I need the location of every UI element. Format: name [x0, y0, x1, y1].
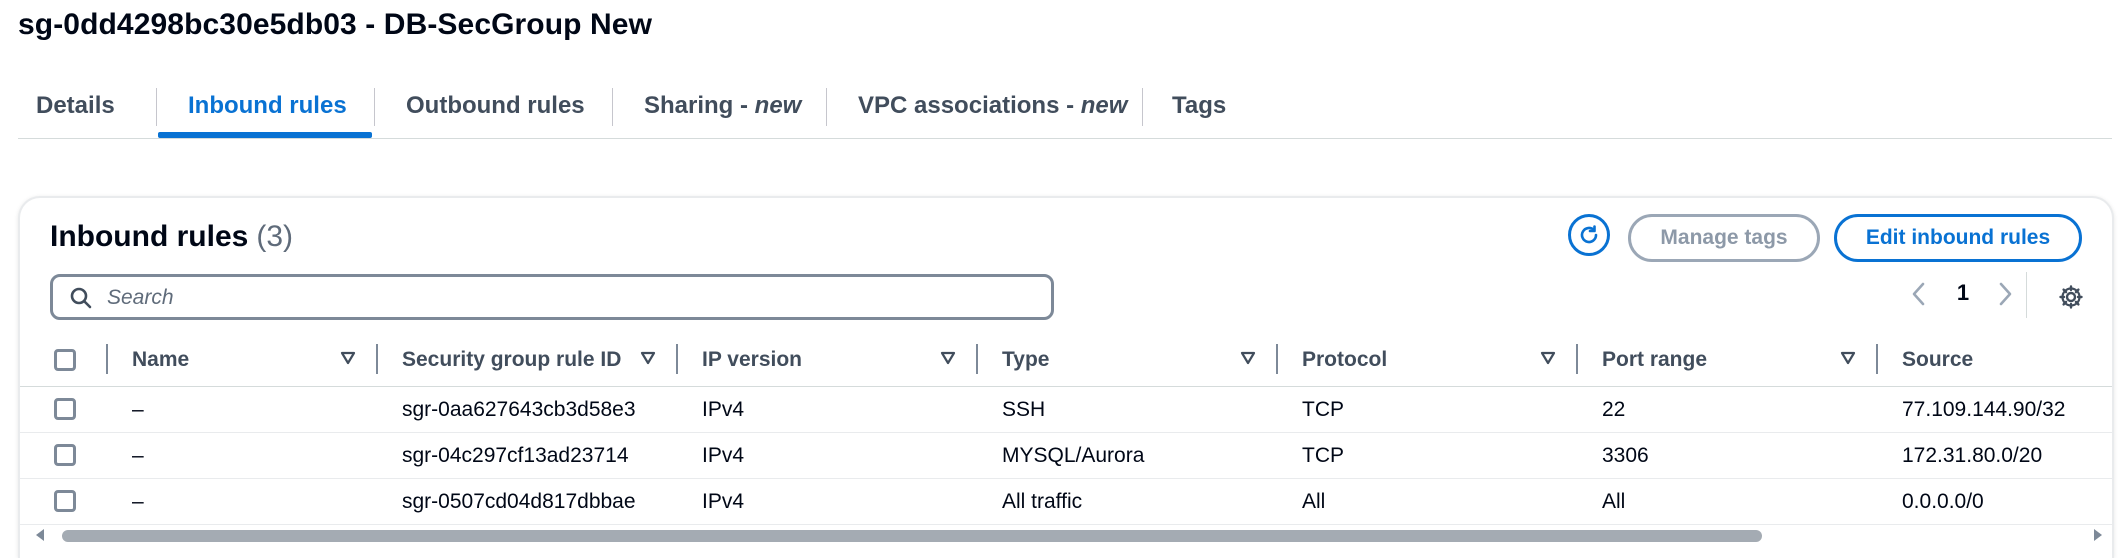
table-header: Name Security group rule ID IP version T…: [20, 334, 2112, 387]
sort-icon[interactable]: [1540, 350, 1556, 366]
column-divider: [106, 344, 108, 374]
manage-tags-button[interactable]: Manage tags: [1628, 214, 1820, 262]
select-all-checkbox[interactable]: [54, 349, 76, 371]
tab-separator: [826, 88, 827, 126]
cell-port-range: All: [1602, 489, 1626, 513]
column-header-rule-id[interactable]: Security group rule ID: [402, 334, 621, 386]
refresh-button[interactable]: [1568, 214, 1610, 256]
scroll-right-arrow-icon[interactable]: [2092, 528, 2104, 542]
cell-name: –: [132, 397, 144, 421]
column-header-protocol[interactable]: Protocol: [1302, 334, 1387, 386]
sort-icon[interactable]: [1840, 350, 1856, 366]
column-divider: [676, 344, 678, 374]
cell-ip-version: IPv4: [702, 443, 745, 467]
cell-name: –: [132, 489, 144, 513]
cell-rule-id: sgr-0aa627643cb3d58e3: [402, 397, 636, 421]
cell-rule-id: sgr-0507cd04d817dbbae: [402, 489, 636, 513]
row-checkbox[interactable]: [54, 444, 76, 466]
cell-ip-version: IPv4: [702, 397, 745, 421]
tab-inbound-rules[interactable]: Inbound rules: [188, 80, 347, 134]
chevron-left-icon[interactable]: [1910, 280, 1928, 308]
cell-source: 172.31.80.0/20: [1902, 443, 2043, 467]
cell-protocol: TCP: [1302, 443, 1344, 467]
tab-tags[interactable]: Tags: [1172, 80, 1226, 134]
tab-separator: [156, 88, 157, 126]
column-divider: [1276, 344, 1278, 374]
column-divider: [1576, 344, 1578, 374]
column-header-port-range[interactable]: Port range: [1602, 334, 1707, 386]
tab-details[interactable]: Details: [36, 80, 115, 134]
cell-source: 0.0.0.0/0: [1902, 489, 1984, 513]
row-checkbox[interactable]: [54, 398, 76, 420]
tab-sharing[interactable]: Sharing - new: [644, 80, 801, 134]
active-tab-indicator: [158, 132, 372, 138]
column-divider: [376, 344, 378, 374]
column-header-ip-version[interactable]: IP version: [702, 334, 802, 386]
cell-protocol: TCP: [1302, 397, 1344, 421]
horizontal-scrollbar[interactable]: [34, 526, 2104, 544]
cell-type: SSH: [1002, 397, 1046, 421]
pager-divider: [2026, 272, 2027, 318]
cell-name: –: [132, 443, 144, 467]
column-divider: [1876, 344, 1878, 374]
sort-icon[interactable]: [340, 350, 356, 366]
column-divider: [976, 344, 978, 374]
cell-source: 77.109.144.90/32: [1902, 397, 2066, 421]
gear-icon[interactable]: [2058, 284, 2084, 310]
search-field[interactable]: [50, 274, 1054, 320]
scrollbar-thumb[interactable]: [62, 530, 1762, 542]
cell-port-range: 3306: [1602, 443, 1649, 467]
refresh-icon: [1580, 225, 1598, 244]
tab-outbound-rules[interactable]: Outbound rules: [406, 80, 585, 134]
panel-title: Inbound rules (3): [50, 220, 293, 253]
cell-type: All traffic: [1002, 489, 1083, 513]
tab-vpc-associations[interactable]: VPC associations - new: [858, 80, 1127, 134]
page-number[interactable]: 1: [1948, 280, 1978, 306]
table-row[interactable]: – sgr-04c297cf13ad23714 IPv4 MYSQL/Auror…: [20, 433, 2112, 479]
table-row[interactable]: – sgr-0507cd04d817dbbae IPv4 All traffic…: [20, 479, 2112, 525]
search-icon: [70, 287, 92, 309]
column-header-type[interactable]: Type: [1002, 334, 1049, 386]
column-header-source[interactable]: Source: [1902, 334, 1973, 386]
search-input[interactable]: [105, 281, 1039, 315]
cell-rule-id: sgr-04c297cf13ad23714: [402, 443, 629, 467]
tab-separator: [374, 88, 375, 126]
sort-icon[interactable]: [640, 350, 656, 366]
row-checkbox[interactable]: [54, 490, 76, 512]
inbound-rules-panel: Inbound rules (3) Manage tags Edit inboun…: [18, 196, 2114, 558]
cell-protocol: All: [1302, 489, 1326, 513]
edit-inbound-rules-button[interactable]: Edit inbound rules: [1834, 214, 2082, 262]
cell-port-range: 22: [1602, 397, 1626, 421]
page-title: sg-0dd4298bc30e5db03 - DB-SecGroup New: [18, 8, 653, 41]
column-header-name[interactable]: Name: [132, 334, 189, 386]
sort-icon[interactable]: [940, 350, 956, 366]
tab-separator: [1142, 88, 1143, 126]
cell-ip-version: IPv4: [702, 489, 745, 513]
cell-type: MYSQL/Aurora: [1002, 443, 1145, 467]
rule-count: (3): [256, 220, 293, 253]
table-row[interactable]: – sgr-0aa627643cb3d58e3 IPv4 SSH TCP 22 …: [20, 387, 2112, 433]
scroll-left-arrow-icon[interactable]: [34, 528, 46, 542]
tab-separator: [612, 88, 613, 126]
chevron-right-icon[interactable]: [1996, 280, 2014, 308]
tab-bar: Details Inbound rules Outbound rules Sha…: [18, 80, 2112, 139]
sort-icon[interactable]: [1240, 350, 1256, 366]
